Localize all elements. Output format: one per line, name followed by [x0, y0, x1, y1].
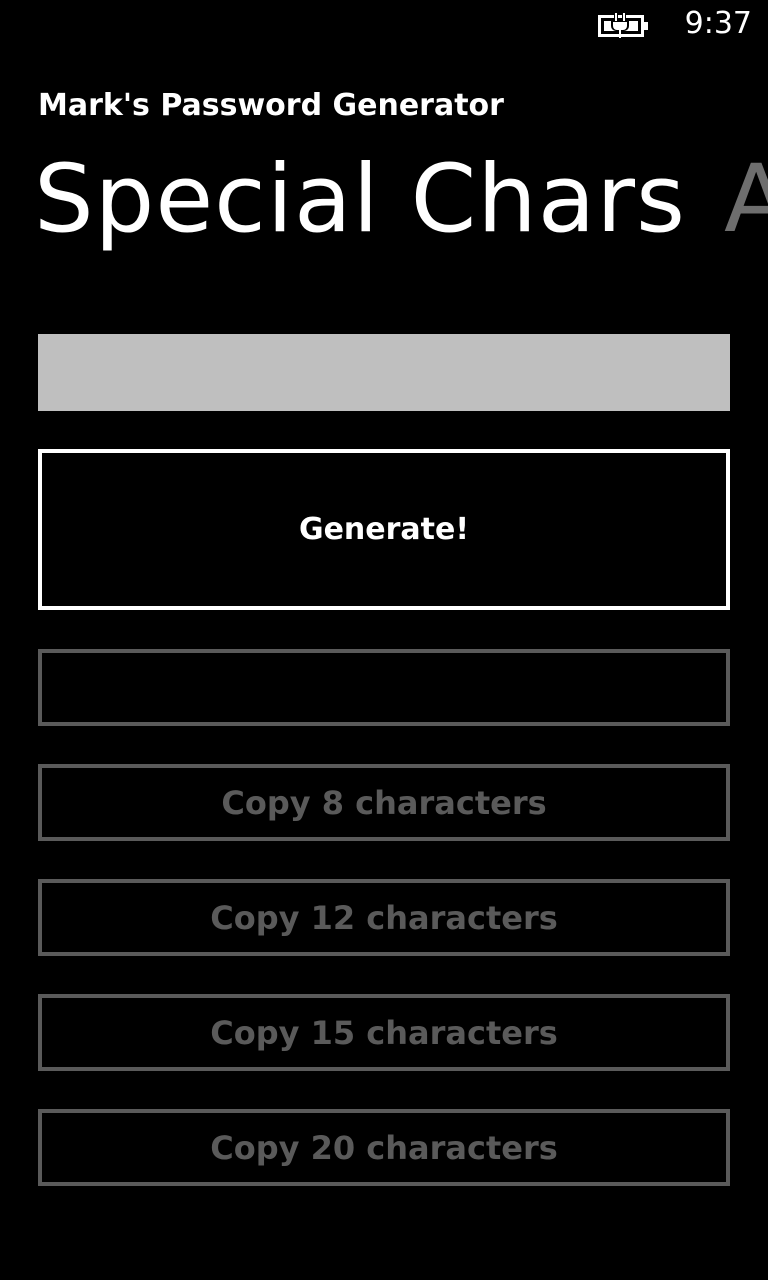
pivot-item-next[interactable]: A [724, 145, 768, 254]
generate-button[interactable]: Generate! [38, 449, 730, 610]
pivot-item-special-chars[interactable]: Special Chars [34, 145, 686, 254]
status-bar: 9:37 [0, 0, 768, 50]
app-title: Mark's Password Generator [38, 88, 504, 123]
password-output-field[interactable] [38, 334, 730, 411]
clock: 9:37 [684, 6, 752, 41]
blank-disabled-button[interactable] [38, 649, 730, 726]
copy-8-characters-button[interactable]: Copy 8 characters [38, 764, 730, 841]
pivot-header: Special Chars A [34, 140, 768, 270]
copy-12-characters-button[interactable]: Copy 12 characters [38, 879, 730, 956]
copy-20-characters-button[interactable]: Copy 20 characters [38, 1109, 730, 1186]
copy-15-characters-button[interactable]: Copy 15 characters [38, 994, 730, 1071]
battery-charging-icon [598, 12, 648, 38]
